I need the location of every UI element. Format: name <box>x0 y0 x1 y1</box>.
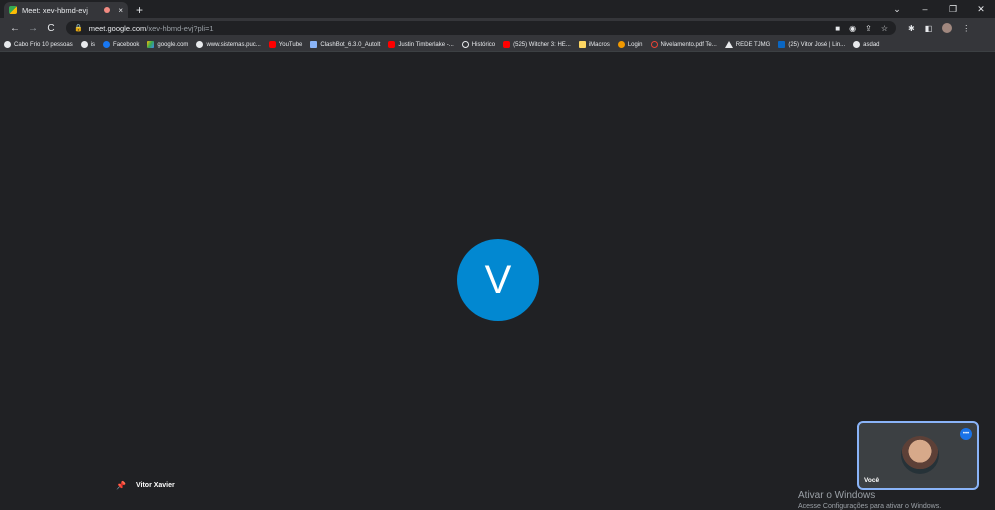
bookmark-globe-icon <box>80 41 88 48</box>
bookmark-item[interactable]: Facebook <box>103 41 139 48</box>
bookmark-label: Nivelamento.pdf Te... <box>660 41 717 48</box>
bookmark-hist-icon <box>461 41 469 48</box>
bookmark-item[interactable]: ClashBot_6.3.0_AutoIt <box>310 41 380 48</box>
bookmark-globe-icon <box>196 41 204 48</box>
lock-icon[interactable]: 🔒 <box>74 24 83 32</box>
meet-favicon-icon <box>9 6 17 14</box>
sidepanel-icon[interactable]: ◧ <box>925 24 933 33</box>
bookmark-item[interactable]: google.com <box>147 41 188 48</box>
url-host: meet.google.com <box>88 23 147 33</box>
omnibox-icons: ■ ◉ ⇪ ☆ <box>835 24 888 33</box>
bookmark-login-icon <box>617 41 625 48</box>
tab-title: Meet: xev-hbmd-evj <box>22 5 88 15</box>
self-view-tile[interactable]: ••• Você <box>857 421 979 490</box>
bookmark-yt-icon <box>388 41 396 48</box>
bookmark-item[interactable]: www.sistemas.puc... <box>196 41 261 48</box>
bookmark-label: (25) Vitor José | Lin... <box>788 41 846 48</box>
bookmark-label: Cabo Frio 10 pessoas <box>14 41 73 48</box>
bookmark-drive-icon <box>147 41 155 48</box>
bookmark-yt-icon <box>503 41 511 48</box>
watermark-title: Ativar o Windows <box>798 490 876 501</box>
bookmark-item[interactable]: Justin Timberlake -... <box>388 41 454 48</box>
window-controls: ⌄ – ❐ ✕ <box>883 0 995 18</box>
meeting-stage: V 📌 Vitor Xavier ••• Você Ativar o Windo… <box>0 53 995 510</box>
share-icon[interactable]: ⇪ <box>865 24 872 33</box>
bookmark-label: Histórico <box>471 41 496 48</box>
camera-icon[interactable]: ■ <box>835 24 840 33</box>
windows-activation-watermark: Ativar o Windows Acesse Configurações pa… <box>798 490 941 510</box>
bookmark-label: www.sistemas.puc... <box>206 41 261 48</box>
bookmark-item[interactable]: (525) Witcher 3: HE... <box>503 41 571 48</box>
minimize-button[interactable]: – <box>911 4 939 14</box>
participant-avatar: V <box>457 239 539 321</box>
new-tab-button[interactable]: + <box>136 3 143 17</box>
bookmark-label: iMacros <box>588 41 610 48</box>
bookmark-tri-icon <box>724 41 733 48</box>
close-window-button[interactable]: ✕ <box>967 4 995 15</box>
bookmark-bot-icon <box>310 41 318 48</box>
bookmark-label: Login <box>627 41 643 48</box>
bookmark-in-icon <box>778 41 786 48</box>
bookmark-black-icon <box>853 41 861 48</box>
audio-indicator-icon: ••• <box>960 428 972 440</box>
restore-button[interactable]: ❐ <box>939 4 967 15</box>
bookmark-label: Justin Timberlake -... <box>398 41 454 48</box>
toolbar-icons: ✱ ◧ ⋮ <box>908 23 970 33</box>
bookmark-item[interactable]: is <box>80 41 96 48</box>
bookmark-globe-icon <box>4 41 11 48</box>
address-bar[interactable]: 🔒 meet.google.com/xev-hbmd-evj?pli=1 ■ ◉… <box>66 21 896 35</box>
bookmark-label: is <box>90 41 96 48</box>
bookmark-item[interactable]: Nivelamento.pdf Te... <box>650 41 717 48</box>
bookmarks-bar: Cabo Frio 10 pessoas is Facebook google.com… <box>0 38 995 52</box>
bookmark-note-icon <box>578 41 586 48</box>
tab-strip: Meet: xev-hbmd-evj × + ⌄ – ❐ ✕ <box>0 0 995 18</box>
bookmark-label: ClashBot_6.3.0_AutoIt <box>320 41 381 48</box>
tab-search-icon[interactable]: ⌄ <box>883 4 911 15</box>
back-button[interactable]: ← <box>6 23 24 34</box>
bookmark-fb-icon <box>103 41 111 48</box>
participant-name: Vitor Xavier <box>135 482 175 489</box>
url-path: /xev-hbmd-evj?pli=1 <box>146 23 214 33</box>
bookmark-label: Facebook <box>113 41 140 48</box>
self-label: Você <box>864 477 880 484</box>
menu-icon[interactable]: ⋮ <box>962 24 970 33</box>
bookmark-label: google.com <box>157 41 189 48</box>
bookmark-item[interactable]: (25) Vitor José | Lin... <box>778 41 845 48</box>
google-lens-icon[interactable]: ◉ <box>849 24 856 33</box>
bookmark-label: asdad <box>863 41 880 48</box>
bookmark-item[interactable]: asdad <box>853 41 880 48</box>
bookmark-pdf-icon <box>650 41 658 48</box>
bookmark-item[interactable]: YouTube <box>268 41 303 48</box>
bookmark-item[interactable]: REDE TJMG <box>724 41 771 48</box>
tab-meet[interactable]: Meet: xev-hbmd-evj × <box>4 2 128 18</box>
bookmark-label: (525) Witcher 3: HE... <box>513 41 571 48</box>
pinned-participant-label: 📌 Vitor Xavier <box>116 481 175 490</box>
browser-toolbar: ← → C 🔒 meet.google.com/xev-hbmd-evj?pli… <box>0 18 995 38</box>
tab-close-icon[interactable]: × <box>118 6 123 15</box>
bookmark-label: REDE TJMG <box>735 41 771 48</box>
bookmark-label: YouTube <box>278 41 303 48</box>
reload-button[interactable]: C <box>42 23 60 34</box>
bookmark-item[interactable]: Cabo Frio 10 pessoas <box>4 41 73 48</box>
extensions-icon[interactable]: ✱ <box>908 24 915 33</box>
self-avatar <box>901 436 939 474</box>
bookmark-item[interactable]: Histórico <box>461 41 496 48</box>
pin-icon[interactable]: 📌 <box>116 481 126 490</box>
star-icon[interactable]: ☆ <box>881 24 888 33</box>
profile-avatar[interactable] <box>942 23 953 33</box>
bookmark-item[interactable]: Login <box>617 41 643 48</box>
recording-dot-icon <box>104 7 111 13</box>
bookmark-item[interactable]: iMacros <box>578 41 610 48</box>
bookmark-yt-icon <box>268 41 276 48</box>
forward-button[interactable]: → <box>24 23 42 34</box>
